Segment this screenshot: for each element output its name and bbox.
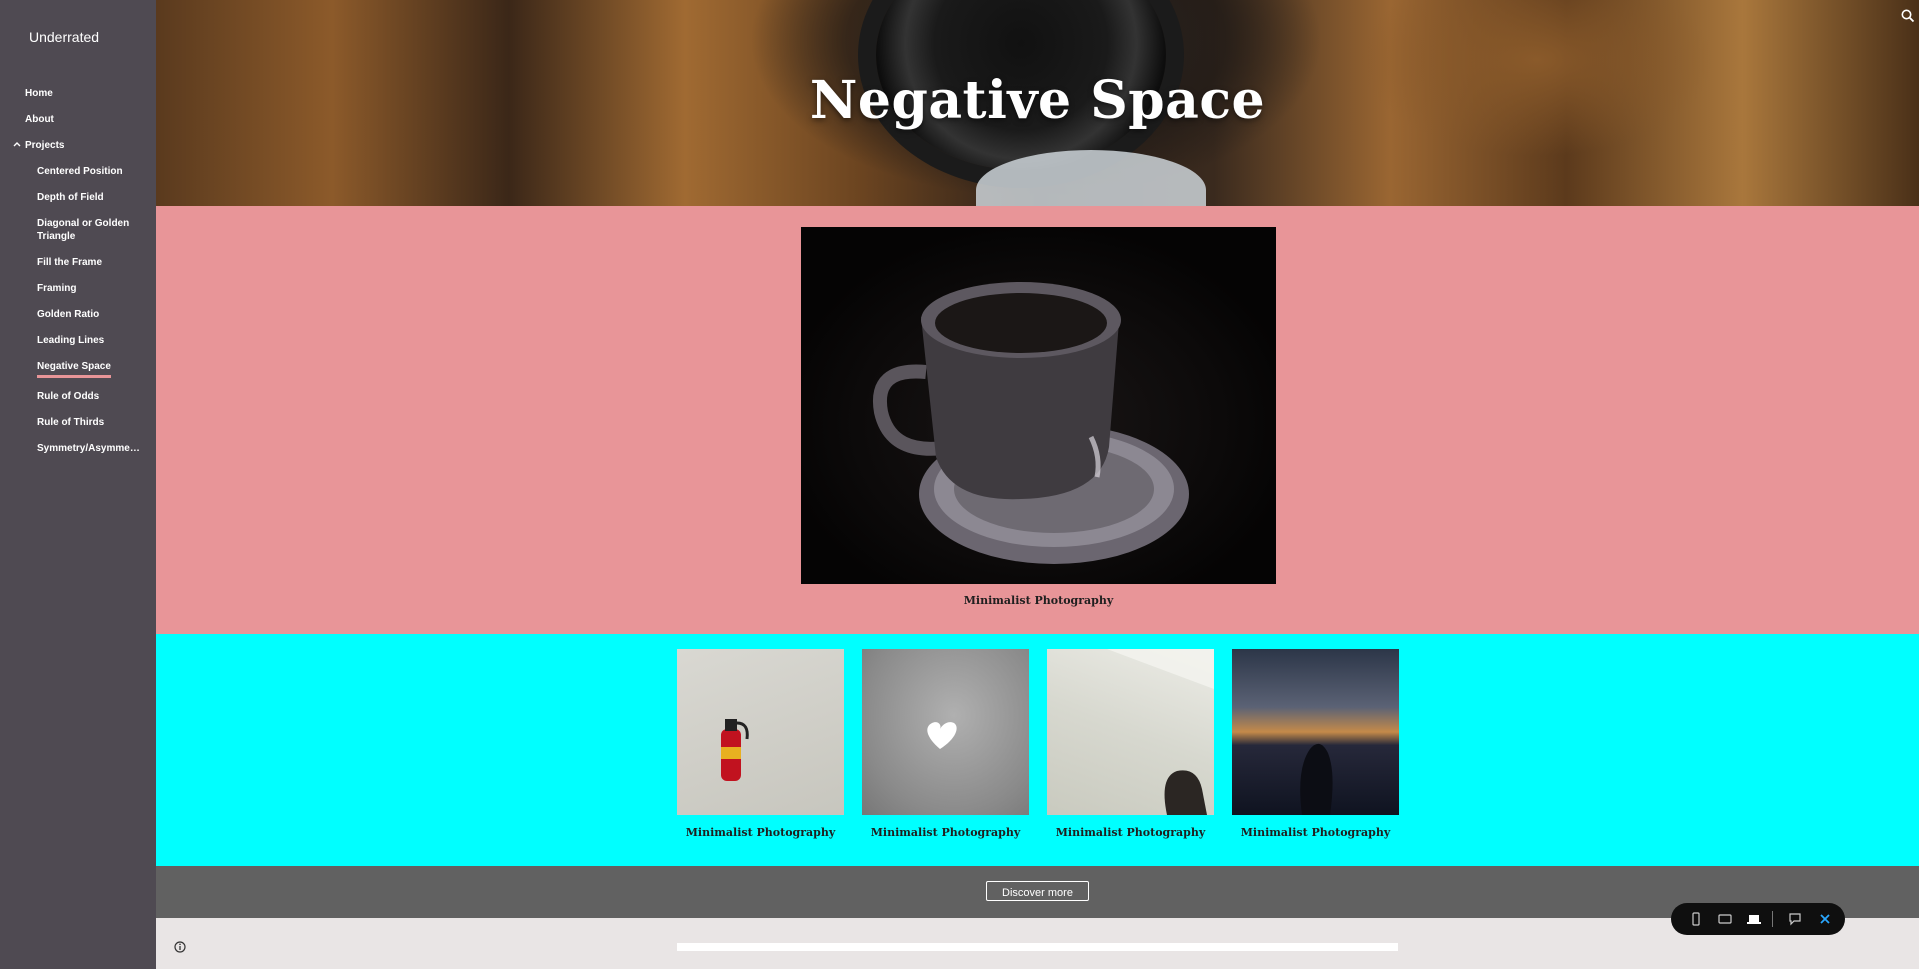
nav-sub-item-label: Centered Position — [37, 166, 123, 177]
nav-sub-item-depth-of-field[interactable]: Depth of Field — [0, 188, 156, 214]
nav-sub-item-label: Diagonal or Golden Triangle — [37, 218, 130, 242]
nav-sub-item-negative-space[interactable]: Negative Space — [0, 357, 156, 387]
nav-sub-item-label: Golden Ratio — [37, 309, 100, 320]
search-icon[interactable] — [1900, 8, 1916, 24]
tablet-view-icon[interactable] — [1718, 912, 1732, 926]
laptop-view-icon[interactable] — [1747, 912, 1761, 926]
nav-sub-item-rule-of-thirds[interactable]: Rule of Thirds — [0, 413, 156, 439]
feature-caption: Minimalist Photography — [963, 594, 1114, 607]
coffee-cup-illustration — [873, 282, 1189, 564]
gallery-caption: Minimalist Photography — [685, 826, 836, 839]
nav-sub-item-golden-ratio[interactable]: Golden Ratio — [0, 305, 156, 331]
gallery-caption: Minimalist Photography — [1240, 826, 1391, 839]
site-title[interactable]: Underrated — [29, 29, 99, 45]
chevron-up-icon[interactable] — [12, 139, 22, 149]
nav-item-label: About — [25, 114, 54, 125]
site-nav: Home About Projects Centered Position De… — [0, 84, 156, 465]
discover-more-button[interactable]: Discover more — [986, 881, 1089, 901]
preview-toolbar — [1671, 903, 1845, 935]
nav-sub-item-fill-the-frame[interactable]: Fill the Frame — [0, 253, 156, 279]
sunset-silhouette-illustration — [1300, 743, 1333, 815]
discover-bar: Discover more — [156, 866, 1919, 918]
page-title: Negative Space — [809, 70, 1266, 131]
close-icon[interactable] — [1818, 912, 1832, 926]
nav-sub-item-symmetry[interactable]: Symmetry/Asymmet... — [0, 439, 156, 465]
nav-item-about[interactable]: About — [0, 110, 156, 136]
nav-sub-item-label: Symmetry/Asymmet... — [37, 443, 141, 454]
nav-sub-item-centered-position[interactable]: Centered Position — [0, 162, 156, 188]
nav-sub-item-label: Rule of Odds — [37, 391, 100, 402]
nav-sub-item-framing[interactable]: Framing — [0, 279, 156, 305]
nav-item-projects[interactable]: Projects — [0, 136, 156, 162]
nav-sub-item-label: Fill the Frame — [37, 257, 103, 268]
phone-view-icon[interactable] — [1689, 912, 1703, 926]
info-icon[interactable] — [174, 941, 186, 953]
nav-sub-item-rule-of-odds[interactable]: Rule of Odds — [0, 387, 156, 413]
gallery-thumb-heart[interactable] — [862, 649, 1029, 815]
nav-item-label: Projects — [25, 140, 65, 151]
nav-sub-item-label: Negative Space — [37, 357, 111, 378]
woman-wall-illustration — [1107, 649, 1214, 815]
gallery-strip: Minimalist Photography Minimalist Photog… — [156, 634, 1919, 866]
nav-sub-item-label: Leading Lines — [37, 335, 105, 346]
nav-sub-item-diagonal-golden-triangle[interactable]: Diagonal or Golden Triangle — [0, 214, 156, 253]
main-content: Negative Space Minimalist Photography Mi… — [156, 0, 1919, 969]
nav-item-label: Home — [25, 88, 53, 99]
feature-section: Minimalist Photography — [156, 206, 1919, 634]
gallery-caption: Minimalist Photography — [870, 826, 1021, 839]
feedback-icon[interactable] — [1788, 912, 1802, 926]
gallery-thumb-sunset-beach[interactable] — [1232, 649, 1399, 815]
hero-banner: Negative Space — [156, 0, 1919, 206]
toolbar-divider — [1772, 911, 1773, 927]
nav-sub-item-leading-lines[interactable]: Leading Lines — [0, 331, 156, 357]
coffee-cup-photo[interactable] — [801, 227, 1276, 584]
gallery-caption: Minimalist Photography — [1055, 826, 1206, 839]
nav-sub-item-label: Depth of Field — [37, 192, 104, 203]
gallery-thumb-fire-extinguisher[interactable] — [677, 649, 844, 815]
nav-item-home[interactable]: Home — [0, 84, 156, 110]
footer-embed-placeholder — [677, 943, 1398, 951]
sidebar: Underrated Home About Projects Centered … — [0, 0, 156, 969]
fire-extinguisher-illustration — [721, 719, 749, 781]
gallery-thumb-woman-by-wall[interactable] — [1047, 649, 1214, 815]
footer — [156, 918, 1919, 969]
heart-illustration — [927, 722, 957, 749]
nav-sub-item-label: Rule of Thirds — [37, 417, 105, 428]
nav-sub-item-label: Framing — [37, 283, 77, 294]
